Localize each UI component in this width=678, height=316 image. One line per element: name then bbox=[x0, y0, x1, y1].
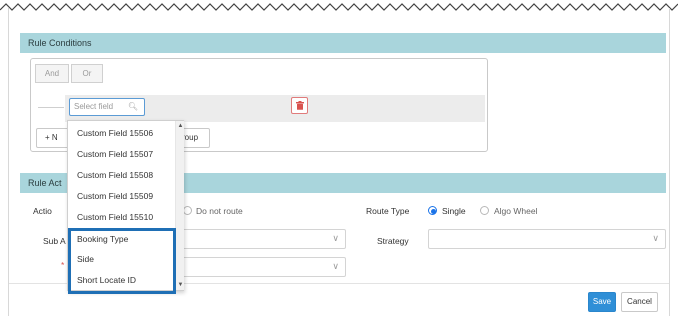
logic-or-label: Or bbox=[82, 69, 92, 78]
sub-action-label: Sub A bbox=[43, 236, 66, 246]
select-field-placeholder: Select field bbox=[74, 102, 114, 111]
search-icon: 🔍︎ bbox=[127, 102, 138, 111]
row-connector-line bbox=[38, 107, 64, 108]
logic-and-label: And bbox=[44, 69, 60, 78]
cancel-button[interactable]: Cancel bbox=[621, 292, 658, 312]
dropdown-scrollbar[interactable]: ▲ ▼ bbox=[175, 121, 184, 290]
logic-or-toggle[interactable]: Or bbox=[71, 64, 103, 83]
required-marker: * bbox=[61, 260, 65, 270]
do-not-route-radio[interactable] bbox=[183, 206, 192, 215]
chevron-down-icon: ∨ bbox=[652, 233, 659, 243]
trash-icon bbox=[295, 101, 304, 110]
route-type-algo-label: Algo Wheel bbox=[494, 206, 538, 216]
route-type-single-radio[interactable] bbox=[428, 206, 437, 215]
delete-condition-button[interactable] bbox=[291, 97, 308, 114]
rule-conditions-header: Rule Conditions bbox=[20, 33, 666, 53]
route-type-single-label: Single bbox=[442, 206, 466, 216]
new-condition-label: + N bbox=[45, 133, 58, 142]
save-label: Save bbox=[592, 297, 612, 306]
chevron-down-icon: ∨ bbox=[332, 233, 339, 243]
dropdown-item[interactable]: Custom Field 15509 bbox=[68, 186, 176, 207]
required-select[interactable]: ∨ bbox=[176, 257, 346, 277]
dropdown-item[interactable]: Custom Field 15510 bbox=[68, 207, 176, 228]
rule-conditions-title: Rule Conditions bbox=[28, 38, 92, 48]
select-field-input[interactable]: Select field 🔍︎ bbox=[69, 98, 145, 116]
chevron-down-icon: ∨ bbox=[332, 261, 339, 271]
route-type-label: Route Type bbox=[366, 206, 410, 216]
dropdown-item[interactable]: Custom Field 15506 bbox=[68, 123, 176, 144]
action-label: Actio bbox=[33, 206, 52, 216]
sub-action-select[interactable]: ∨ bbox=[176, 229, 346, 249]
do-not-route-label: Do not route bbox=[196, 206, 243, 216]
dropdown-item[interactable]: Custom Field 15508 bbox=[68, 165, 176, 186]
save-button[interactable]: Save bbox=[588, 292, 616, 312]
new-group-label: roup bbox=[182, 133, 199, 142]
strategy-label: Strategy bbox=[377, 236, 409, 246]
route-type-algo-radio[interactable] bbox=[480, 206, 489, 215]
highlight-annotation-box bbox=[68, 228, 176, 294]
scroll-down-arrow-icon[interactable]: ▼ bbox=[176, 281, 185, 289]
cancel-label: Cancel bbox=[627, 297, 652, 306]
strategy-select[interactable]: ∨ bbox=[428, 229, 666, 249]
scroll-up-arrow-icon[interactable]: ▲ bbox=[176, 122, 185, 130]
rule-actions-title: Rule Act bbox=[28, 178, 62, 188]
dropdown-item[interactable]: Custom Field 15507 bbox=[68, 144, 176, 165]
logic-and-toggle[interactable]: And bbox=[35, 64, 69, 83]
